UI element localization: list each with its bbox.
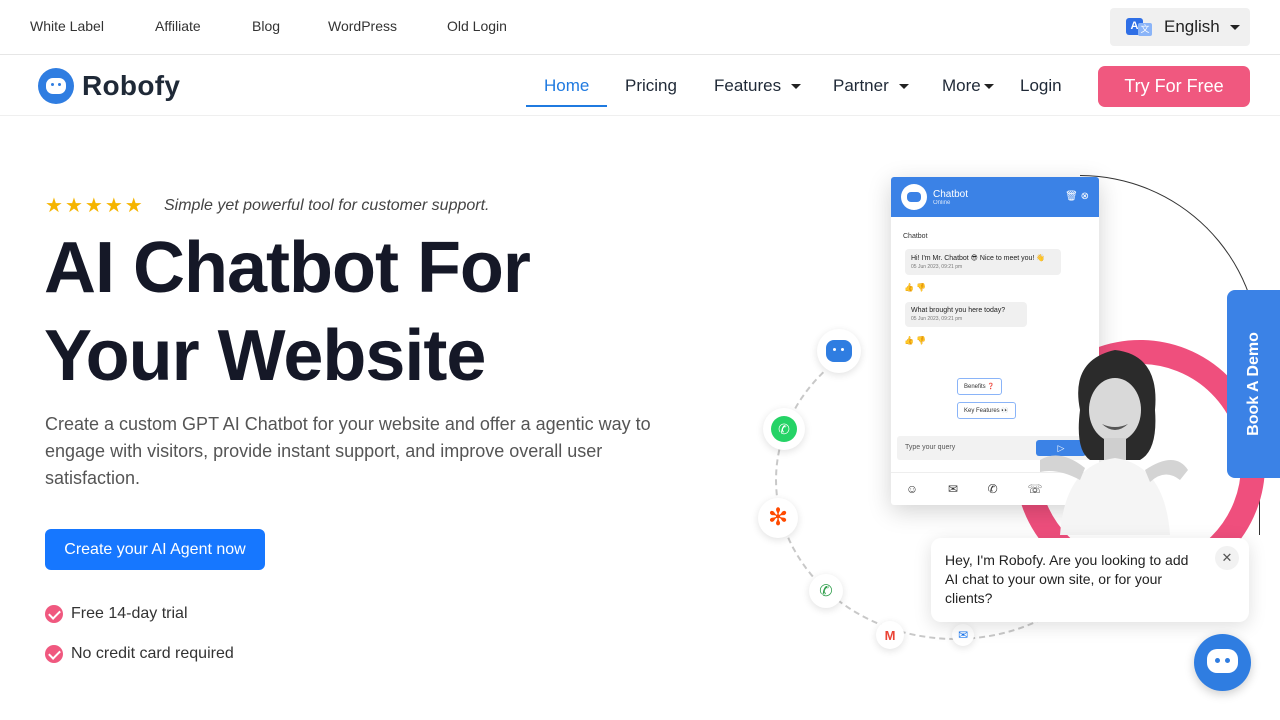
- chip-benefits: Benefits ❓: [957, 378, 1002, 395]
- channel-chatbot: [817, 329, 861, 373]
- chat-message: Hi! I'm Mr. Chatbot 😎 Nice to meet you! …: [905, 249, 1061, 275]
- hero-title-line-2: Your Website: [44, 316, 486, 396]
- close-icon[interactable]: ✕: [1215, 546, 1239, 570]
- messenger-icon: ✉: [957, 628, 969, 642]
- star-icon: ★: [124, 195, 143, 217]
- greeting-text: Hey, I'm Robofy. Are you looking to add …: [945, 552, 1189, 606]
- chat-message-time: 05 Jun 2023, 09:21 pm: [911, 264, 963, 270]
- chat-message-text: What brought you here today?: [911, 307, 1006, 314]
- hero-tagline: Simple yet powerful tool for customer su…: [164, 197, 490, 214]
- nav-partner[interactable]: Partner: [833, 76, 909, 96]
- toplink-old-login[interactable]: Old Login: [447, 18, 507, 34]
- nav-login[interactable]: Login: [1020, 76, 1062, 96]
- chat-header: Chatbot Online 🗑 ⊗: [891, 177, 1099, 217]
- main-nav: Robofy Home Pricing Features Partner Mor…: [0, 56, 1280, 116]
- hero-title: AI Chatbot For Your Website: [44, 224, 664, 400]
- chat-message-text: Hi! I'm Mr. Chatbot 😎 Nice to meet you! …: [911, 255, 1046, 262]
- whatsapp-icon: ✆: [987, 482, 998, 496]
- chevron-down-icon: [983, 84, 994, 90]
- feature-check-trial: Free 14-day trial: [45, 605, 188, 623]
- zapier-icon: ✻: [767, 504, 789, 531]
- mail-icon: ✉: [947, 482, 958, 496]
- chatbot-avatar: [901, 184, 927, 210]
- chat-status: Online: [933, 199, 951, 206]
- language-label: English: [1164, 17, 1220, 36]
- robot-icon: ☺: [905, 482, 919, 496]
- nav-home[interactable]: Home: [544, 76, 589, 96]
- nav-features[interactable]: Features: [714, 76, 802, 96]
- check-circle-icon: [45, 605, 63, 623]
- chat-trash-close-icons: 🗑 ⊗: [1065, 191, 1089, 202]
- channel-zapier: ✻: [758, 498, 798, 538]
- feature-check-label: Free 14-day trial: [71, 605, 188, 622]
- star-icon: ★: [104, 195, 123, 217]
- toplink-wordpress[interactable]: WordPress: [328, 18, 397, 34]
- chevron-down-icon: [1229, 24, 1240, 30]
- create-ai-agent-button[interactable]: Create your AI Agent now: [45, 529, 265, 570]
- phone-icon: ✆: [819, 583, 833, 600]
- hero-subtitle: Create a custom GPT AI Chatbot for your …: [45, 414, 651, 488]
- reaction-icons: 👍 👎: [904, 283, 927, 292]
- top-utility-bar: White Label Affiliate Blog WordPress Old…: [0, 0, 1280, 55]
- gmail-icon: M: [884, 627, 896, 643]
- smiling-woman-photo: [1040, 350, 1188, 535]
- star-icon: ★: [84, 195, 103, 217]
- brand-logo[interactable]: Robofy: [38, 68, 180, 104]
- chat-message-time: 05 Jun 2023, 09:21 pm: [911, 316, 963, 322]
- feature-check-label: No credit card required: [71, 645, 234, 662]
- nav-features-label: Features: [714, 76, 782, 95]
- translate-icon: A文: [1126, 18, 1154, 36]
- nav-more-label: More: [942, 76, 981, 95]
- channel-whatsapp: ✆: [763, 408, 805, 450]
- brand-name: Robofy: [82, 70, 181, 101]
- book-demo-tab[interactable]: Book A Demo: [1227, 290, 1280, 478]
- toplink-affiliate[interactable]: Affiliate: [155, 18, 201, 34]
- nav-partner-label: Partner: [833, 76, 889, 95]
- rating-stars: ★ ★ ★ ★ ★: [45, 196, 145, 216]
- chip-key-features: Key Features 👀: [957, 402, 1016, 419]
- chatbot-launcher-button[interactable]: [1194, 634, 1251, 691]
- chat-greeting-popup[interactable]: Hey, I'm Robofy. Are you looking to add …: [931, 538, 1249, 622]
- star-icon: ★: [64, 195, 83, 217]
- robot-logo-icon: [38, 68, 74, 104]
- chat-title: Chatbot: [933, 188, 969, 200]
- chat-sender-label: Chatbot: [903, 233, 928, 240]
- channel-phone: ✆: [809, 574, 843, 608]
- channel-gmail: M: [876, 621, 904, 649]
- star-icon: ★: [45, 195, 63, 217]
- nav-active-indicator: [526, 105, 607, 107]
- toplink-white-label[interactable]: White Label: [30, 18, 104, 34]
- hero-title-line-1: AI Chatbot For: [44, 228, 531, 308]
- feature-check-no-card: No credit card required: [45, 645, 234, 663]
- channel-messenger: ✉: [952, 624, 974, 646]
- chevron-down-icon: [898, 84, 909, 90]
- whatsapp-icon: ✆: [771, 416, 797, 442]
- nav-pricing[interactable]: Pricing: [625, 76, 677, 96]
- nav-more[interactable]: More: [942, 76, 994, 96]
- chat-message: What brought you here today? 05 Jun 2023…: [905, 302, 1027, 327]
- check-circle-icon: [45, 645, 63, 663]
- robot-icon: [826, 340, 852, 362]
- try-for-free-button[interactable]: Try For Free: [1098, 66, 1250, 107]
- book-demo-label: Book A Demo: [1244, 332, 1262, 436]
- chevron-down-icon: [791, 84, 802, 90]
- toplink-blog[interactable]: Blog: [252, 18, 280, 34]
- reaction-icons: 👍 👎: [904, 336, 927, 345]
- language-selector[interactable]: A文 English: [1110, 8, 1250, 46]
